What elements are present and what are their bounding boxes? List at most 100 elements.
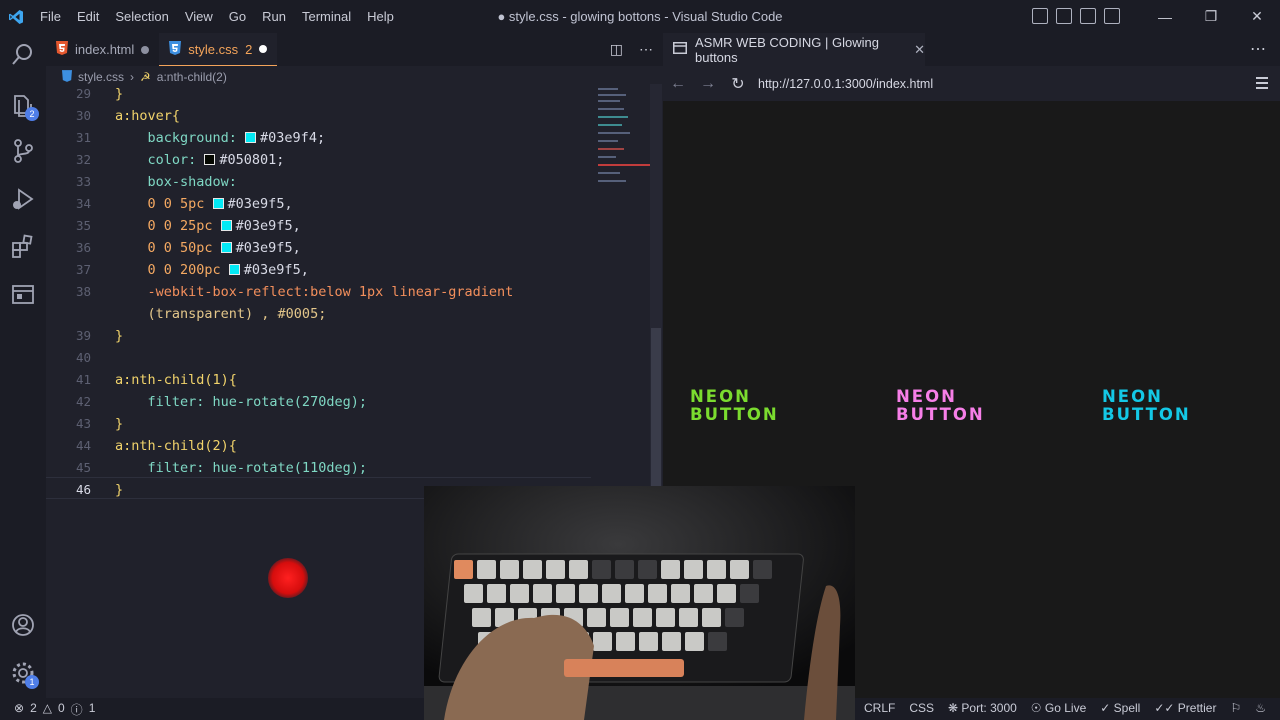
- prettier-status[interactable]: ✓✓ Prettier: [1154, 701, 1216, 715]
- toggle-secondary-sidebar-icon[interactable]: [1080, 8, 1096, 24]
- chevron-right-icon: ›: [130, 70, 135, 84]
- language-mode[interactable]: CSS: [909, 701, 934, 715]
- css3-icon: [169, 40, 182, 58]
- symbol-icon: ☭: [140, 70, 151, 84]
- manage-gear-icon[interactable]: 1: [9, 659, 39, 689]
- settings-badge: 1: [25, 675, 39, 689]
- accounts-icon[interactable]: [9, 611, 37, 639]
- minimap[interactable]: [592, 84, 652, 194]
- browser-tab-title: ASMR WEB CODING | Glowing buttons: [695, 34, 879, 65]
- minimize-button[interactable]: —: [1142, 0, 1188, 33]
- keycap: [587, 608, 606, 627]
- keyboard-video-image: [424, 486, 855, 720]
- neon-button-3[interactable]: NEON BUTTON: [1102, 388, 1191, 424]
- go-live-button[interactable]: ☉ Go Live: [1031, 701, 1086, 715]
- error-icon: ⊗: [14, 701, 25, 715]
- color-swatch[interactable]: [204, 154, 216, 165]
- browser-tab[interactable]: ASMR WEB CODING | Glowing buttons ✕: [663, 33, 925, 66]
- browser-tab-bar: ASMR WEB CODING | Glowing buttons ✕ ⋯: [663, 33, 1280, 66]
- code-line: 36 0 0 50pc #03e9f5,: [75, 240, 301, 256]
- url-input[interactable]: http://127.0.0.1:3000/index.html: [750, 73, 1250, 95]
- keycap: [740, 584, 759, 603]
- keycap: [487, 584, 506, 603]
- scrollbar-thumb[interactable]: [651, 328, 661, 486]
- more-actions-icon[interactable]: ⋯: [1250, 39, 1266, 59]
- eol[interactable]: CRLF: [864, 701, 895, 715]
- code-line: 41 a:nth-child(1){: [75, 372, 237, 388]
- unsaved-dot[interactable]: [259, 45, 268, 53]
- window-controls: — ❐ ✕: [1142, 0, 1280, 33]
- keycap: [648, 584, 667, 603]
- problems-indicator[interactable]: ⊗ 2 △ 0 ⓘ 1: [14, 701, 95, 718]
- code-line: 37 0 0 200pc #03e9f5,: [75, 262, 309, 278]
- menu-terminal[interactable]: Terminal: [294, 0, 359, 33]
- menu-file[interactable]: File: [32, 0, 69, 33]
- toggle-primary-sidebar-icon[interactable]: [1032, 8, 1048, 24]
- feedback-icon[interactable]: ⚐: [1230, 701, 1241, 715]
- run-debug-icon[interactable]: [9, 185, 37, 213]
- keycap: [633, 608, 652, 627]
- editor-scrollbar[interactable]: [650, 84, 662, 486]
- keycap: [602, 584, 621, 603]
- code-line: 32 color: #050801;: [75, 152, 285, 168]
- neon-button-2[interactable]: NEON BUTTON: [896, 388, 985, 424]
- browser-tab-icon: [673, 42, 687, 57]
- menu-go[interactable]: Go: [221, 0, 254, 33]
- tab-index-html[interactable]: index.html: [46, 33, 159, 66]
- notifications-bell-icon[interactable]: ♨: [1255, 701, 1266, 715]
- keycap: [464, 584, 483, 603]
- toggle-panel-icon[interactable]: [1056, 8, 1072, 24]
- code-line: 31 background: #03e9f4;: [75, 130, 326, 146]
- menu-hamburger-icon[interactable]: [1256, 77, 1268, 92]
- search-icon[interactable]: [9, 41, 37, 69]
- unsaved-dot[interactable]: [141, 45, 150, 54]
- more-actions-icon[interactable]: ⋯: [639, 41, 653, 58]
- menu-edit[interactable]: Edit: [69, 0, 107, 33]
- explorer-icon[interactable]: 2: [9, 91, 39, 121]
- menu-view[interactable]: View: [177, 0, 221, 33]
- tab-style-css[interactable]: style.css 2: [159, 33, 278, 66]
- menu-help[interactable]: Help: [359, 0, 402, 33]
- code-line: 42 filter: hue-rotate(270deg);: [75, 394, 367, 410]
- keycap: [500, 560, 519, 579]
- color-swatch[interactable]: [220, 242, 232, 253]
- check-icon: ✓: [1100, 701, 1114, 715]
- keycap: [592, 560, 611, 579]
- close-tab-icon[interactable]: ✕: [914, 42, 925, 58]
- color-swatch[interactable]: [245, 132, 257, 143]
- extensions-icon[interactable]: [9, 233, 37, 261]
- maximize-button[interactable]: ❐: [1188, 0, 1234, 33]
- reload-icon[interactable]: ↻: [723, 74, 753, 94]
- port-status[interactable]: ❋ Port: 3000: [948, 701, 1017, 715]
- source-control-icon[interactable]: [9, 137, 37, 165]
- keycap: [679, 608, 698, 627]
- warning-count: 0: [57, 701, 65, 715]
- menu-run[interactable]: Run: [254, 0, 294, 33]
- remote-explorer-icon[interactable]: [9, 281, 37, 309]
- keycap: [717, 584, 736, 603]
- code-line: 40: [75, 350, 91, 365]
- forward-arrow-icon[interactable]: →: [693, 75, 723, 93]
- color-swatch[interactable]: [212, 198, 224, 209]
- tab-label: style.css: [188, 41, 239, 57]
- back-arrow-icon[interactable]: ←: [663, 75, 693, 93]
- color-swatch[interactable]: [220, 220, 232, 231]
- html5-icon: [56, 41, 68, 58]
- keycap: [579, 584, 598, 603]
- layout-controls: [1032, 8, 1120, 24]
- tab-label: index.html: [75, 42, 135, 57]
- keycap: [546, 560, 565, 579]
- keycap: [753, 560, 772, 579]
- split-editor-icon[interactable]: ◫: [610, 41, 623, 58]
- close-window-button[interactable]: ✕: [1234, 0, 1280, 33]
- webcam-overlay: [424, 486, 855, 720]
- keycap: [639, 632, 658, 651]
- code-line: 29}: [75, 86, 124, 102]
- color-swatch[interactable]: [228, 264, 240, 275]
- neon-button-1[interactable]: NEON BUTTON: [690, 388, 779, 424]
- breadcrumb-symbol[interactable]: a:nth-child(2): [157, 70, 227, 84]
- breadcrumb-file[interactable]: style.css: [78, 70, 124, 84]
- menu-selection[interactable]: Selection: [107, 0, 176, 33]
- customize-layout-icon[interactable]: [1104, 8, 1120, 24]
- spell-status[interactable]: ✓ Spell: [1100, 701, 1140, 715]
